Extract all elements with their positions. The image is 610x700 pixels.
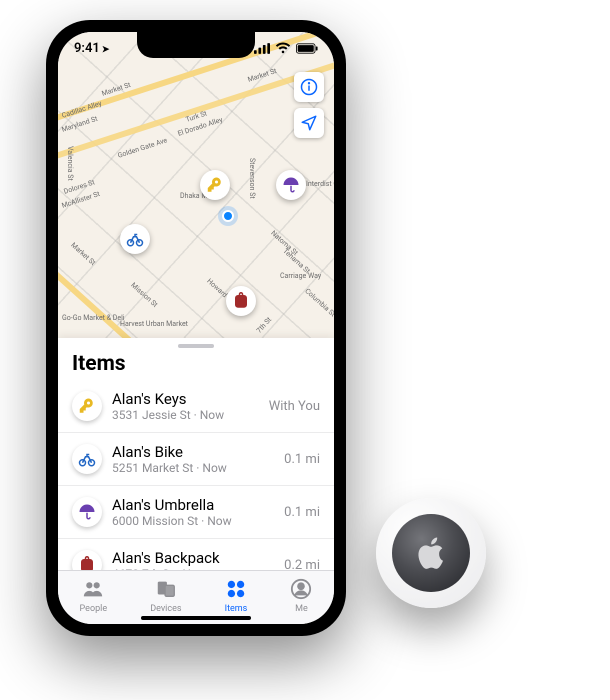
item-distance: 0.2 mi (284, 558, 320, 571)
wifi-icon (275, 42, 291, 54)
item-row-keys[interactable]: Alan's Keys3531 Jessie St · Now With You (58, 380, 334, 433)
notch (137, 32, 255, 58)
tab-devices[interactable]: Devices (150, 578, 181, 614)
me-icon (290, 578, 312, 603)
bike-marker[interactable] (120, 224, 150, 254)
item-row-umbrella[interactable]: Alan's Umbrella6000 Mission St · Now 0.1 … (58, 486, 334, 539)
airtag-steel-back (392, 514, 470, 592)
street-label: Mission St (129, 281, 159, 309)
backpack-marker[interactable] (226, 286, 256, 316)
street-label: Interdist Cen (306, 180, 334, 188)
street-label: Stevenson St (248, 158, 256, 199)
items-sheet[interactable]: Items Alan's Keys3531 Jessie St · Now Wit… (58, 338, 334, 570)
street-label: Carriage Way (280, 272, 321, 280)
item-subtitle: 6000 Mission St · Now (112, 514, 274, 528)
street-label: Harvest Urban Market (120, 320, 188, 328)
sheet-title: Items (58, 352, 334, 380)
umbrella-marker[interactable] (276, 170, 306, 200)
apple-logo-icon (416, 535, 446, 571)
people-icon (82, 578, 104, 603)
item-name: Alan's Keys (112, 390, 259, 408)
map-view[interactable]: Market StMarket StValencia StDolores StC… (58, 32, 334, 346)
cellular-signal-icon (254, 43, 270, 54)
item-distance: 0.1 mi (284, 452, 320, 467)
keys-icon (72, 391, 102, 421)
item-name: Alan's Umbrella (112, 496, 274, 514)
devices-icon (155, 578, 177, 603)
street-label: Columbia St (303, 287, 334, 318)
street-label: Valencia St (66, 146, 74, 181)
item-name: Alan's Backpack (112, 549, 274, 567)
item-row-backpack[interactable]: Alan's Backpack4672 7th St · Now0.2 mi (58, 539, 334, 570)
bike-icon (72, 444, 102, 474)
items-icon (225, 578, 247, 603)
street-label: Market St (69, 241, 97, 267)
battery-icon (296, 43, 318, 54)
tab-items[interactable]: Items (225, 578, 248, 614)
item-subtitle: 5251 Market St · Now (112, 461, 274, 475)
tab-label: Devices (150, 604, 181, 614)
street-label: Golden Gate Ave (117, 136, 168, 160)
screen: 9:41➤ Mark (58, 32, 334, 624)
item-subtitle: 3531 Jessie St · Now (112, 408, 259, 422)
umbrella-icon (72, 497, 102, 527)
home-indicator[interactable] (141, 616, 251, 620)
tab-me[interactable]: Me (290, 578, 312, 614)
item-distance: 0.1 mi (284, 505, 320, 520)
status-time: 9:41➤ (74, 41, 109, 56)
item-name: Alan's Bike (112, 443, 274, 461)
tab-label: Me (295, 604, 308, 614)
map-locate-button[interactable] (294, 108, 324, 138)
item-row-bike[interactable]: Alan's Bike5251 Market St · Now 0.1 mi (58, 433, 334, 486)
tab-people[interactable]: People (80, 578, 108, 614)
backpack-icon (72, 550, 102, 570)
tab-label: People (80, 604, 108, 614)
sheet-grabber[interactable] (178, 344, 214, 348)
map-info-button[interactable] (294, 72, 324, 102)
item-distance: With You (269, 399, 320, 414)
iphone-device-frame: 9:41➤ Mark (46, 20, 346, 636)
street-label: 7th St (255, 316, 273, 335)
street-label: Go-Go Market & Deli (62, 314, 125, 322)
user-location-dot (222, 210, 234, 222)
location-services-icon: ➤ (102, 45, 110, 55)
tab-label: Items (225, 604, 248, 614)
airtag-product (376, 498, 486, 608)
keys-marker[interactable] (200, 170, 230, 200)
